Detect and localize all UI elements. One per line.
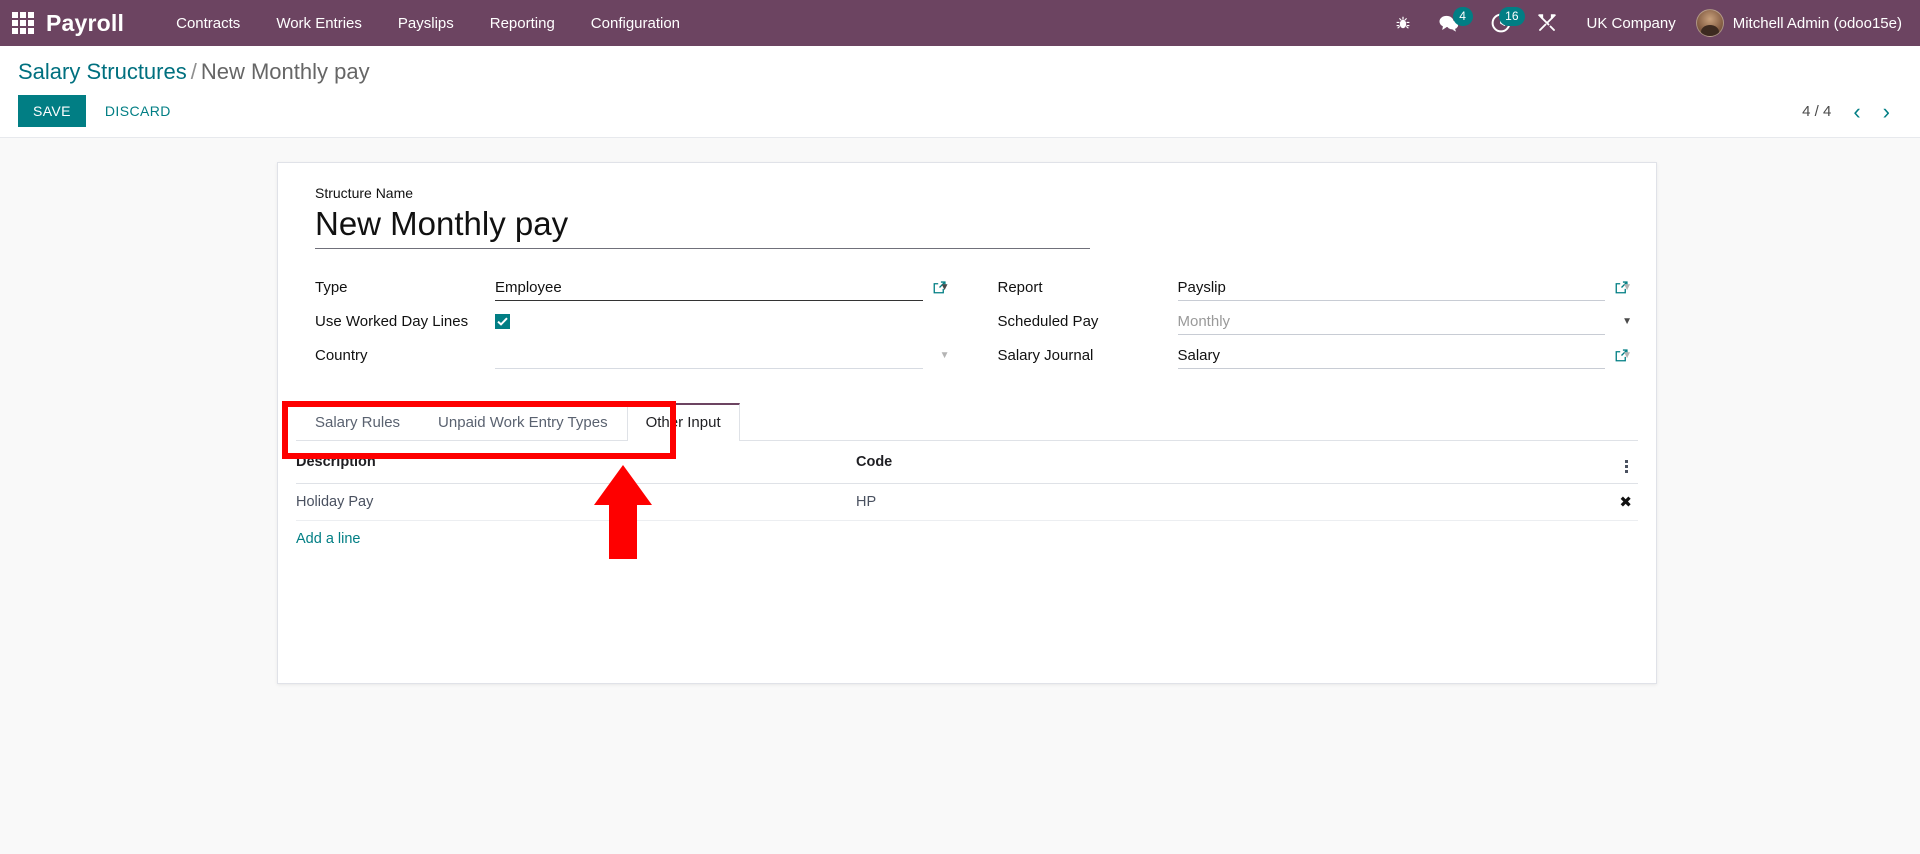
external-link-icon-salary-journal[interactable] [1614, 348, 1638, 363]
control-panel-buttons: SAVE DISCARD [18, 94, 1902, 127]
structure-name-label: Structure Name [315, 184, 414, 201]
app-brand-payroll[interactable]: Payroll [46, 10, 124, 37]
breadcrumb: Salary Structures / New Monthly pay [18, 58, 1902, 86]
field-label-country: Country [315, 347, 368, 364]
field-row-type: Type ▼ [315, 271, 956, 305]
table-row[interactable]: Holiday Pay HP ✖ [296, 483, 1638, 521]
tab-salary-rules[interactable]: Salary Rules [296, 403, 419, 441]
external-link-icon-report[interactable] [1614, 280, 1638, 295]
breadcrumb-parent-link[interactable]: Salary Structures [18, 59, 187, 84]
column-header-description: Description [296, 440, 856, 484]
field-row-salary-journal: Salary Journal ▼ [998, 339, 1639, 373]
field-label-use-worked-day-lines: Use Worked Day Lines [315, 313, 469, 330]
field-row-report: Report ▼ [998, 271, 1639, 305]
top-navbar: Payroll Contracts Work Entries Payslips … [0, 0, 1920, 46]
breadcrumb-separator: / [190, 59, 197, 84]
avatar [1695, 9, 1724, 37]
form-view-container: Structure Name Type ▼ [0, 137, 1920, 854]
field-row-country: Country ▼ [315, 339, 956, 373]
main-menu: Contracts Work Entries Payslips Reportin… [158, 2, 698, 45]
structure-name-input[interactable] [315, 202, 1090, 249]
menu-item-reporting[interactable]: Reporting [472, 2, 573, 45]
cell-code[interactable]: HP [856, 483, 1598, 521]
messaging-counter-badge: 4 [1452, 7, 1473, 26]
cell-description[interactable]: Holiday Pay [296, 483, 856, 521]
tools-icon[interactable] [1527, 0, 1567, 46]
control-panel: Salary Structures / New Monthly pay SAVE D… [0, 46, 1920, 138]
menu-item-payslips[interactable]: Payslips [380, 2, 472, 45]
report-input[interactable] [1177, 274, 1605, 301]
bug-icon[interactable] [1383, 0, 1423, 46]
menu-item-configuration[interactable]: Configuration [573, 2, 698, 45]
discard-button[interactable]: DISCARD [92, 95, 184, 127]
country-input[interactable] [495, 342, 923, 369]
activities-counter-badge: 16 [1499, 7, 1525, 26]
chevron-down-icon-country: ▼ [939, 350, 950, 361]
menu-item-work-entries[interactable]: Work Entries [258, 2, 380, 45]
chevron-down-icon-scheduled-pay: ▼ [1622, 316, 1632, 327]
field-row-use-worked-day-lines: Use Worked Day Lines [315, 305, 956, 339]
optional-columns-toggle[interactable] [1598, 440, 1638, 484]
vertical-dots-icon[interactable] [1621, 459, 1632, 473]
activities-menu[interactable]: 16 [1475, 0, 1527, 46]
tab-other-input[interactable]: Other Input [626, 402, 740, 441]
table-header-row: Description Code [296, 440, 1638, 484]
apps-grid-icon[interactable] [10, 10, 36, 36]
salary-journal-input[interactable] [1177, 342, 1605, 369]
use-worked-day-lines-checkbox[interactable] [495, 314, 510, 329]
user-menu[interactable]: Mitchell Admin (odoo15e) [1692, 9, 1902, 37]
form-sheet: Structure Name Type ▼ [277, 161, 1657, 684]
notebook-tabs: Salary Rules Unpaid Work Entry Types Oth… [296, 402, 1638, 441]
form-fields-grid: Type ▼ Use Worked [296, 255, 1638, 373]
navbar-systray: 4 16 UK Company Mitchell Admin (odoo15e) [1383, 0, 1906, 46]
menu-item-contracts[interactable]: Contracts [158, 2, 258, 45]
breadcrumb-current: New Monthly pay [200, 59, 370, 84]
pager-next-button[interactable]: › [1873, 99, 1900, 125]
close-icon[interactable]: ✖ [1619, 494, 1632, 511]
user-name-label: Mitchell Admin (odoo15e) [1732, 14, 1902, 32]
field-label-salary-journal: Salary Journal [997, 347, 1094, 364]
scheduled-pay-input[interactable] [1177, 308, 1605, 335]
pager-counter[interactable]: 4 / 4 [1800, 101, 1841, 122]
messaging-menu[interactable]: 4 [1423, 0, 1475, 46]
other-input-list: Description Code Holiday Pay HP ✖ [296, 440, 1638, 521]
external-link-icon-type[interactable] [932, 280, 956, 295]
field-label-report: Report [997, 279, 1043, 296]
add-a-line-link[interactable]: Add a line [296, 521, 361, 555]
record-pager: 4 / 4 ‹ › [1800, 99, 1900, 125]
field-label-type: Type [315, 279, 348, 296]
form-left-column: Type ▼ Use Worked [315, 271, 956, 373]
notebook: Salary Rules Unpaid Work Entry Types Oth… [296, 402, 1638, 555]
pager-previous-button[interactable]: ‹ [1843, 99, 1870, 125]
field-label-scheduled-pay: Scheduled Pay [997, 313, 1099, 330]
company-switcher[interactable]: UK Company [1567, 15, 1692, 32]
type-input[interactable] [495, 274, 923, 301]
save-button[interactable]: SAVE [18, 94, 86, 127]
column-header-code: Code [856, 440, 1598, 484]
row-delete-cell: ✖ [1598, 483, 1638, 521]
structure-name-field-group: Structure Name [296, 185, 1638, 255]
form-right-column: Report ▼ Schedule [998, 271, 1639, 373]
field-row-scheduled-pay: Scheduled Pay ▼ [998, 305, 1639, 339]
tab-unpaid-work-entry-types[interactable]: Unpaid Work Entry Types [419, 403, 627, 441]
